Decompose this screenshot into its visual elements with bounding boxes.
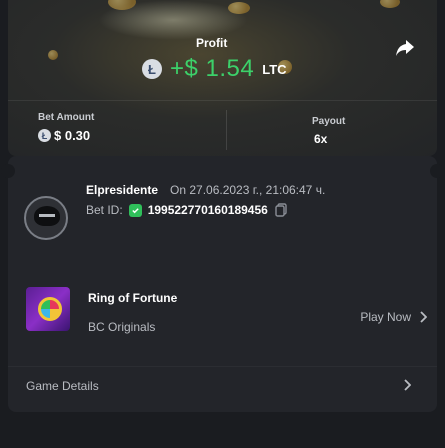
bet-id-label: Bet ID: — [86, 203, 123, 217]
card-notch — [430, 164, 444, 178]
litecoin-icon: Ł — [142, 59, 162, 79]
game-provider: BC Originals — [88, 320, 156, 334]
profit-row: Ł +$ 1.54 LTC — [142, 54, 287, 84]
profit-currency: LTC — [262, 61, 287, 77]
bet-summary-card: Profit Ł +$ 1.54 LTC Bet Amount Ł $ 0.30… — [8, 0, 437, 156]
share-button[interactable] — [395, 38, 415, 58]
bet-id-value: 199522770160189456 — [147, 203, 268, 217]
bet-amount-label: Bet Amount — [38, 112, 95, 123]
bet-amount-value: $ 0.30 — [54, 128, 91, 143]
card-notch — [1, 164, 15, 178]
divider — [8, 100, 437, 101]
play-now-label: Play Now — [360, 310, 411, 324]
copy-icon[interactable] — [274, 203, 288, 217]
game-details-row[interactable]: Game Details — [8, 366, 437, 404]
profit-label: Profit — [196, 36, 228, 50]
coin-decoration — [380, 0, 400, 8]
bet-id-row: Bet ID: 199522770160189456 — [86, 203, 288, 217]
chevron-right-icon — [420, 311, 427, 323]
play-now-button[interactable]: Play Now — [360, 310, 427, 324]
litecoin-icon: Ł — [38, 129, 51, 142]
coin-decoration — [228, 2, 250, 14]
coin-decoration — [48, 50, 58, 60]
bet-amount: Ł $ 0.30 — [38, 128, 90, 143]
game-name[interactable]: Ring of Fortune — [88, 291, 177, 305]
avatar-glasses — [39, 214, 55, 217]
payout-label: Payout — [312, 116, 346, 127]
bet-timestamp: On 27.06.2023 г., 21:06:47 ч. — [170, 183, 326, 197]
avatar[interactable] — [24, 196, 68, 240]
game-thumbnail[interactable] — [26, 287, 70, 331]
profit-value: +$ 1.54 — [170, 55, 255, 82]
chevron-right-icon — [404, 379, 411, 391]
fortune-wheel-icon — [38, 297, 62, 321]
payout-value: 6x — [314, 132, 328, 146]
username[interactable]: Elpresidente — [86, 183, 158, 197]
game-details-label: Game Details — [26, 378, 99, 393]
share-icon — [396, 40, 414, 56]
verified-shield-icon — [128, 203, 142, 217]
divider — [226, 110, 227, 150]
